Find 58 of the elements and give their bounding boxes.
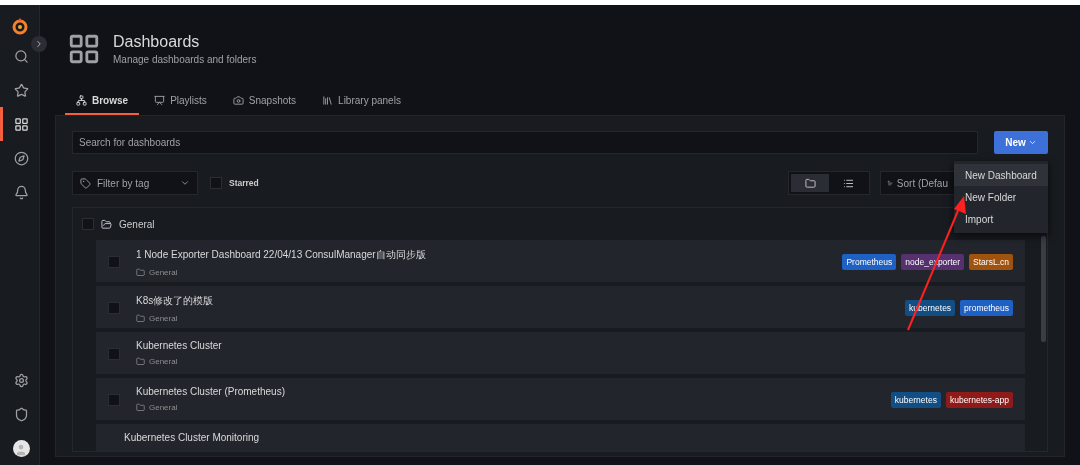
tag[interactable]: Prometheus — [842, 254, 897, 270]
folder-view-button[interactable] — [791, 174, 829, 192]
folder-icon — [136, 268, 145, 277]
camera-icon — [232, 95, 244, 106]
tag[interactable]: StarsL.cn — [969, 254, 1013, 270]
dashboard-row[interactable]: Kubernetes Cluster General — [96, 332, 1025, 374]
tag-filter[interactable]: Filter by tag — [72, 171, 198, 195]
chevron-right-icon — [34, 39, 44, 49]
tab[interactable]: Library panels — [311, 89, 412, 115]
dashboard-row[interactable]: Kubernetes Cluster (Prometheus) General kubernetes kubernetes-app — [96, 378, 1025, 420]
tab[interactable]: Playlists — [143, 89, 218, 115]
menu-item[interactable]: New Dashboard — [954, 164, 1048, 186]
page-title: Dashboards — [113, 33, 201, 51]
folder-icon — [101, 218, 112, 230]
folder-icon — [804, 177, 816, 189]
menu-item[interactable]: Import — [954, 208, 1048, 230]
folder-label: General — [149, 268, 178, 277]
hierarchy-icon — [76, 95, 87, 106]
dashboard-title: Kubernetes Cluster — [136, 340, 222, 351]
folder-label: General — [149, 357, 178, 366]
checkbox[interactable] — [108, 394, 120, 406]
logo-icon[interactable] — [11, 17, 28, 35]
caret-icon — [180, 178, 190, 188]
dashboard-row[interactable]: Kubernetes Cluster Monitoring — [96, 424, 1025, 451]
folder-label: General — [149, 403, 178, 412]
starred-label: Starred — [229, 178, 259, 188]
tab[interactable]: Snapshots — [221, 89, 308, 115]
tag[interactable]: kubernetes — [890, 392, 941, 408]
page-subtitle: Manage dashboards and folders — [113, 54, 257, 65]
folder-name[interactable]: General — [119, 218, 155, 230]
folder-icon — [136, 314, 145, 323]
checkbox[interactable] — [108, 256, 120, 268]
presentation-icon — [154, 95, 166, 106]
sort-select[interactable]: Sort (Defau — [880, 171, 955, 195]
dashboard-title: Kubernetes Cluster (Prometheus) — [136, 386, 285, 397]
search-field[interactable]: Search for dashboards — [72, 131, 978, 154]
caret-icon — [1027, 138, 1037, 147]
list-icon — [842, 177, 854, 189]
library-icon — [322, 95, 334, 106]
tag[interactable]: prometheus — [960, 300, 1013, 316]
checkbox[interactable] — [108, 302, 120, 314]
scrollbar[interactable] — [1041, 236, 1046, 342]
folder-icon — [136, 357, 145, 366]
expand-button[interactable] — [31, 36, 47, 52]
checkbox[interactable] — [210, 177, 222, 189]
dashboard-title: Kubernetes Cluster Monitoring — [124, 432, 260, 443]
tag[interactable]: kubernetes-app — [945, 392, 1013, 408]
new-button[interactable]: New — [994, 131, 1048, 154]
menu-item[interactable]: New Folder — [954, 186, 1048, 208]
avatar-icon[interactable] — [12, 439, 30, 457]
folder-label: General — [149, 314, 178, 323]
dashboards-icon — [67, 32, 101, 66]
dashboard-title: 1 Node Exporter Dashboard 22/04/13 ConsulManager自动同步版 — [136, 248, 426, 262]
dashboard-title: K8s修改了的模版 — [136, 294, 214, 308]
tag-icon — [80, 177, 91, 189]
checkbox[interactable] — [82, 218, 94, 230]
folder-icon — [136, 403, 145, 412]
checkbox[interactable] — [108, 348, 120, 360]
